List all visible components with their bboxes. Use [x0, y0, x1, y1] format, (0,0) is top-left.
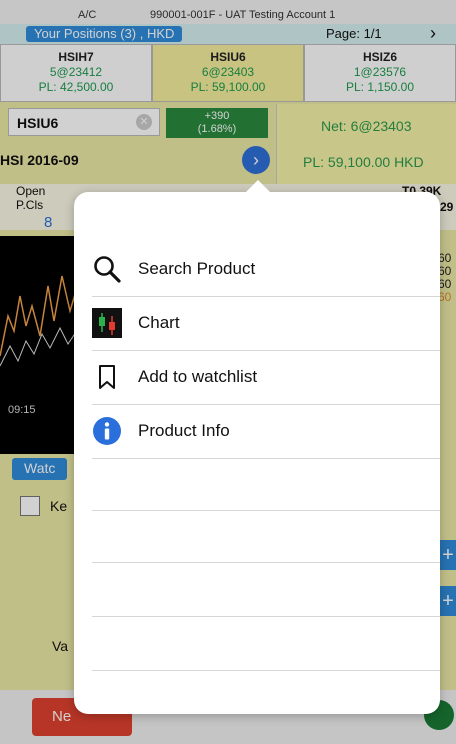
menu-item-chart[interactable]: Chart — [74, 296, 440, 350]
menu-item-label: Search Product — [138, 259, 256, 278]
context-menu: Search Product Chart Add to watchlist Pr… — [74, 180, 440, 714]
menu-item-product-info[interactable]: Product Info — [74, 404, 440, 458]
divider — [92, 510, 440, 511]
divider — [92, 562, 440, 563]
info-icon — [90, 414, 124, 448]
menu-item-label: Product Info — [138, 421, 230, 440]
chart-icon — [90, 306, 124, 340]
menu-item-search-product[interactable]: Search Product — [74, 242, 440, 296]
menu-item-label: Chart — [138, 313, 180, 332]
divider — [92, 616, 440, 617]
search-icon — [90, 252, 124, 286]
divider — [92, 670, 440, 671]
menu-item-label: Add to watchlist — [138, 367, 258, 386]
menu-item-add-to-watchlist[interactable]: Add to watchlist — [74, 350, 440, 404]
divider — [92, 458, 440, 459]
bookmark-icon — [90, 360, 124, 394]
popover-arrow — [246, 180, 270, 192]
